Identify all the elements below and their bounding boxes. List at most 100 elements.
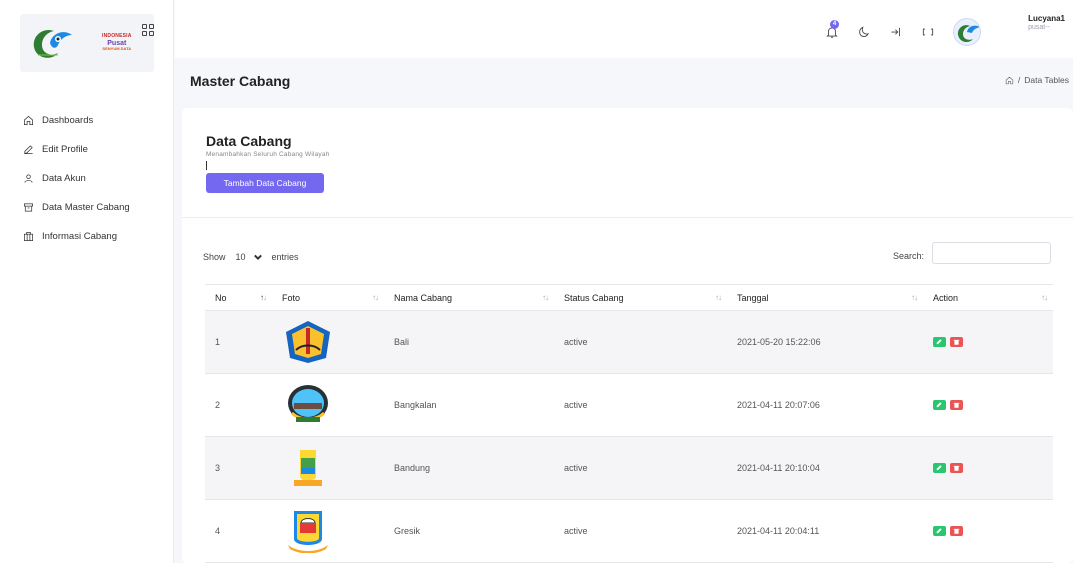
cell-action bbox=[923, 499, 1053, 563]
avatar[interactable] bbox=[953, 18, 981, 46]
column-header-action[interactable]: Action ↑↓ bbox=[923, 284, 1053, 311]
columns-icon bbox=[24, 232, 33, 241]
sort-icon: ↑↓ bbox=[911, 293, 918, 302]
user-info[interactable]: Lucyana1 pusat-- bbox=[1028, 14, 1065, 32]
user-role: pusat-- bbox=[1028, 23, 1050, 31]
column-header-tanggal[interactable]: Tanggal ↑↓ bbox=[727, 284, 923, 311]
cell-nama-cabang: Gresik bbox=[384, 499, 554, 563]
cell-foto bbox=[272, 436, 384, 500]
trash-icon bbox=[953, 465, 960, 471]
cell-foto bbox=[272, 310, 384, 374]
cell-no: 1 bbox=[205, 310, 272, 374]
column-header-nama-cabang[interactable]: Nama Cabang ↑↓ bbox=[384, 284, 554, 311]
bangkalan-emblem-image bbox=[282, 383, 334, 427]
table-row: 1 Bali active 2021-05-20 15:22:06 bbox=[205, 310, 1053, 374]
breadcrumb: / Data Tables bbox=[1005, 75, 1069, 85]
cell-no: 4 bbox=[205, 499, 272, 563]
column-header-status-cabang[interactable]: Status Cabang ↑↓ bbox=[554, 284, 727, 311]
home-icon[interactable] bbox=[1005, 76, 1014, 85]
cell-status: active bbox=[554, 310, 727, 374]
top-navbar: 4 Lucyana1 pusat-- bbox=[175, 0, 1073, 58]
cell-status: active bbox=[554, 373, 727, 437]
navbar-actions: 4 bbox=[825, 18, 1037, 46]
logo-text: INDONESIA Pusat SENYUM DATA bbox=[102, 34, 132, 52]
cell-nama-cabang: Bali bbox=[384, 310, 554, 374]
card-title: Data Cabang bbox=[206, 133, 292, 149]
table-row: 3 Bandung active 2021-04-11 20:10:04 bbox=[205, 436, 1053, 500]
logo-line-3: SENYUM DATA bbox=[102, 46, 132, 52]
fullscreen-icon[interactable] bbox=[921, 25, 935, 39]
archive-icon bbox=[24, 203, 33, 212]
sidebar-item-label: Informasi Cabang bbox=[42, 231, 117, 242]
edit-icon bbox=[936, 465, 942, 471]
sort-icon: ↑↓ bbox=[372, 293, 379, 302]
logo-emblem-icon bbox=[28, 23, 76, 63]
cell-no: 3 bbox=[205, 436, 272, 500]
sidebar-item-dashboards[interactable]: Dashboards bbox=[0, 106, 174, 135]
column-header-foto[interactable]: Foto ↑↓ bbox=[272, 284, 384, 311]
entries-control: Show 10 entries bbox=[203, 247, 299, 267]
delete-button[interactable] bbox=[950, 400, 963, 410]
chevron-down-icon bbox=[253, 254, 262, 260]
edit-icon bbox=[24, 145, 33, 154]
sidebar: INDONESIA Pusat SENYUM DATA Dashboards E… bbox=[0, 0, 174, 563]
delete-button[interactable] bbox=[950, 463, 963, 473]
search-input[interactable] bbox=[932, 242, 1051, 264]
notification-bell-icon[interactable]: 4 bbox=[825, 20, 839, 39]
edit-icon bbox=[936, 528, 942, 534]
user-name: Lucyana1 bbox=[1028, 14, 1065, 23]
add-cabang-button[interactable]: Tambah Data Cabang bbox=[206, 173, 324, 193]
logout-icon[interactable] bbox=[889, 25, 903, 39]
cabang-table: No ↑↓ Foto ↑↓ Nama Cabang ↑↓ Status Cabang ↑… bbox=[205, 284, 1053, 563]
text-cursor bbox=[206, 161, 207, 170]
delete-button[interactable] bbox=[950, 337, 963, 347]
edit-button[interactable] bbox=[933, 337, 946, 347]
page-title: Master Cabang bbox=[190, 73, 291, 89]
edit-button[interactable] bbox=[933, 526, 946, 536]
card-divider bbox=[182, 217, 1073, 218]
sidebar-item-edit-profile[interactable]: Edit Profile bbox=[0, 135, 174, 164]
entries-select[interactable]: 10 bbox=[232, 247, 266, 267]
show-label: Show bbox=[203, 252, 226, 262]
sort-icon: ↑↓ bbox=[1041, 293, 1048, 302]
edit-icon bbox=[936, 339, 942, 345]
sidebar-item-label: Data Akun bbox=[42, 173, 86, 184]
entries-value: 10 bbox=[235, 252, 246, 262]
card-subtitle: Menambahkan Seluruh Cabang Wilayah bbox=[206, 151, 330, 158]
edit-button[interactable] bbox=[933, 463, 946, 473]
table-header-row: No ↑↓ Foto ↑↓ Nama Cabang ↑↓ Status Cabang ↑… bbox=[205, 284, 1053, 311]
moon-icon[interactable] bbox=[857, 25, 871, 39]
brand-logo[interactable]: INDONESIA Pusat SENYUM DATA bbox=[20, 14, 154, 72]
data-card: Data Cabang Menambahkan Seluruh Cabang W… bbox=[182, 108, 1073, 563]
sort-icon: ↑↓ bbox=[260, 293, 267, 302]
sidebar-item-data-akun[interactable]: Data Akun bbox=[0, 164, 174, 193]
notification-badge: 4 bbox=[830, 20, 839, 29]
cell-action bbox=[923, 373, 1053, 437]
bali-emblem-image bbox=[282, 320, 334, 364]
sidebar-item-informasi-cabang[interactable]: Informasi Cabang bbox=[0, 222, 174, 251]
sidebar-menu: Dashboards Edit Profile Data Akun Data M… bbox=[0, 106, 174, 251]
sidebar-item-label: Edit Profile bbox=[42, 144, 88, 155]
cell-tanggal: 2021-05-20 15:22:06 bbox=[727, 310, 923, 374]
trash-icon bbox=[953, 339, 960, 345]
column-header-no[interactable]: No ↑↓ bbox=[205, 284, 272, 311]
sidebar-item-label: Data Master Cabang bbox=[42, 202, 130, 213]
bandung-emblem-image bbox=[282, 446, 334, 490]
sidebar-item-data-master-cabang[interactable]: Data Master Cabang bbox=[0, 193, 174, 222]
trash-icon bbox=[953, 402, 960, 408]
cell-nama-cabang: Bandung bbox=[384, 436, 554, 500]
breadcrumb-current: Data Tables bbox=[1024, 75, 1069, 85]
cell-action bbox=[923, 310, 1053, 374]
cell-no: 2 bbox=[205, 373, 272, 437]
search-label: Search: bbox=[893, 251, 925, 261]
cell-tanggal: 2021-04-11 20:04:11 bbox=[727, 499, 923, 563]
grid-menu-icon[interactable] bbox=[142, 24, 154, 36]
cell-foto bbox=[272, 373, 384, 437]
gresik-emblem-image bbox=[282, 509, 334, 554]
cell-tanggal: 2021-04-11 20:10:04 bbox=[727, 436, 923, 500]
edit-button[interactable] bbox=[933, 400, 946, 410]
edit-icon bbox=[936, 402, 942, 408]
table-row: 4 Gresik active 2021-04-11 20:04:11 bbox=[205, 499, 1053, 563]
delete-button[interactable] bbox=[950, 526, 963, 536]
table-row: 2 Bangkalan active 2021-04-11 20:07:06 bbox=[205, 373, 1053, 437]
